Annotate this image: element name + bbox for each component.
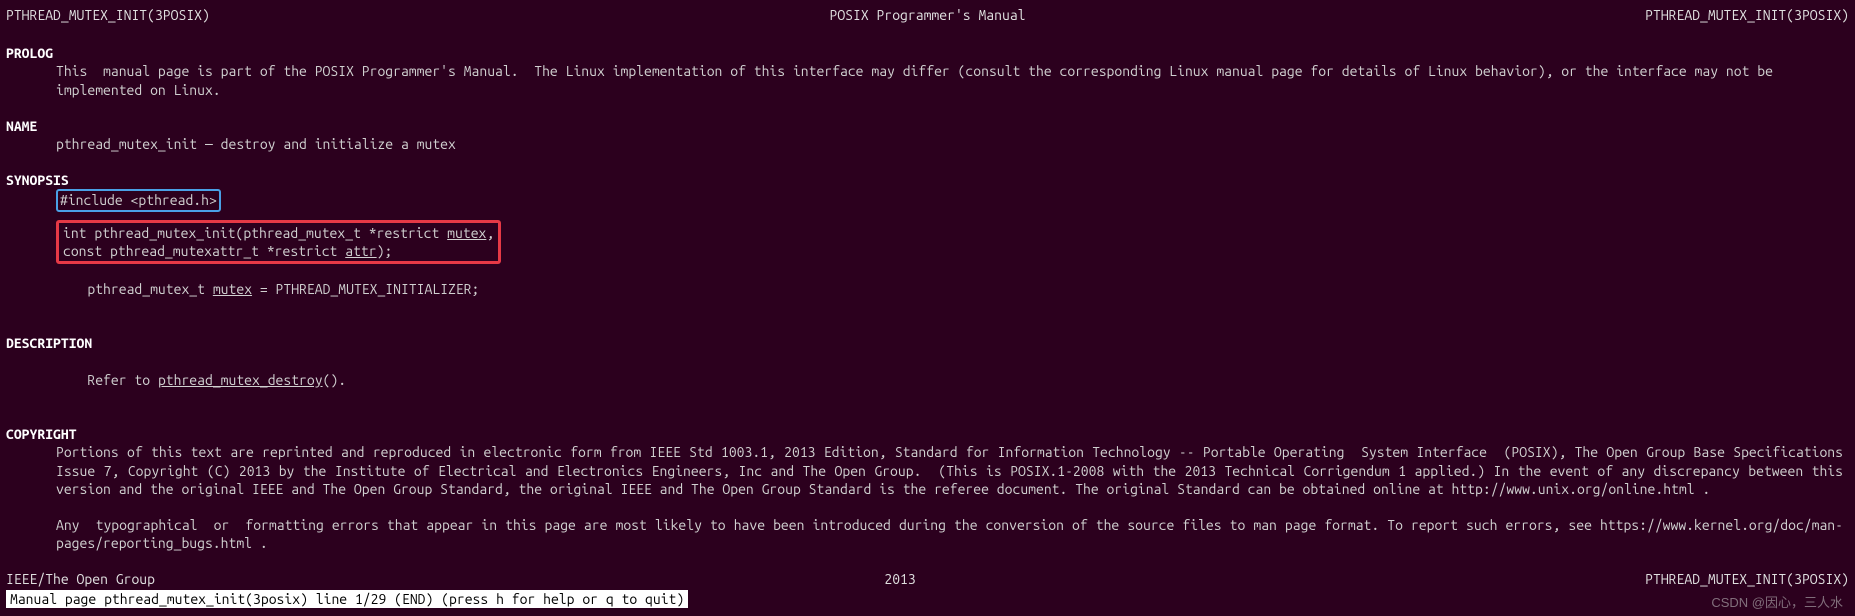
header-right: PTHREAD_MUTEX_INIT(3POSIX) (1645, 6, 1849, 24)
include-highlight-box: #include <pthread.h> (56, 189, 221, 211)
func-line1-pre: int pthread_mutex_init(pthread_mutex_t *… (63, 225, 447, 241)
header-left: PTHREAD_MUTEX_INIT(3POSIX) (6, 6, 210, 24)
func-line2-pre: const pthread_mutexattr_t *restrict (63, 243, 345, 259)
footer-center: 2013 (884, 570, 915, 588)
desc-pre: Refer to (87, 372, 158, 388)
man-page-footer: IEEE/The Open Group 2013 PTHREAD_MUTEX_I… (0, 570, 1855, 588)
name-text: pthread_mutex_init — destroy and initial… (0, 135, 1855, 153)
name-heading: NAME (0, 117, 1855, 135)
init-pre: pthread_mutex_t (87, 281, 212, 297)
init-post: = PTHREAD_MUTEX_INITIALIZER; (252, 281, 479, 297)
desc-post: (). (323, 372, 347, 388)
func-line2-post: ); (377, 243, 393, 259)
prolog-text: This manual page is part of the POSIX Pr… (0, 62, 1855, 98)
description-heading: DESCRIPTION (0, 334, 1855, 352)
initializer-line: pthread_mutex_t mutex = PTHREAD_MUTEX_IN… (0, 262, 1855, 317)
footer-left: IEEE/The Open Group (6, 570, 155, 588)
init-mutex: mutex (213, 281, 252, 297)
header-center: POSIX Programmer's Manual (830, 6, 1026, 24)
func-line1-post: , (486, 225, 494, 241)
func-param-attr: attr (345, 243, 376, 259)
include-directive: #include <pthread.h> (60, 192, 217, 208)
prolog-heading: PROLOG (0, 44, 1855, 62)
watermark-text: CSDN @因心，三人水 (1711, 595, 1843, 612)
man-page-header: PTHREAD_MUTEX_INIT(3POSIX) POSIX Program… (0, 2, 1855, 26)
footer-right: PTHREAD_MUTEX_INIT(3POSIX) (1645, 570, 1849, 588)
function-signature-highlight-box: int pthread_mutex_init(pthread_mutex_t *… (56, 220, 501, 264)
description-text: Refer to pthread_mutex_destroy(). (0, 353, 1855, 408)
func-param-mutex: mutex (447, 225, 486, 241)
pager-status-bar[interactable]: Manual page pthread_mutex_init(3posix) l… (6, 590, 688, 608)
desc-link: pthread_mutex_destroy (158, 372, 323, 388)
copyright-para2: Any typographical or formatting errors t… (0, 516, 1855, 552)
copyright-heading: COPYRIGHT (0, 425, 1855, 443)
copyright-para1: Portions of this text are reprinted and … (0, 443, 1855, 498)
synopsis-heading: SYNOPSIS (0, 171, 1855, 189)
